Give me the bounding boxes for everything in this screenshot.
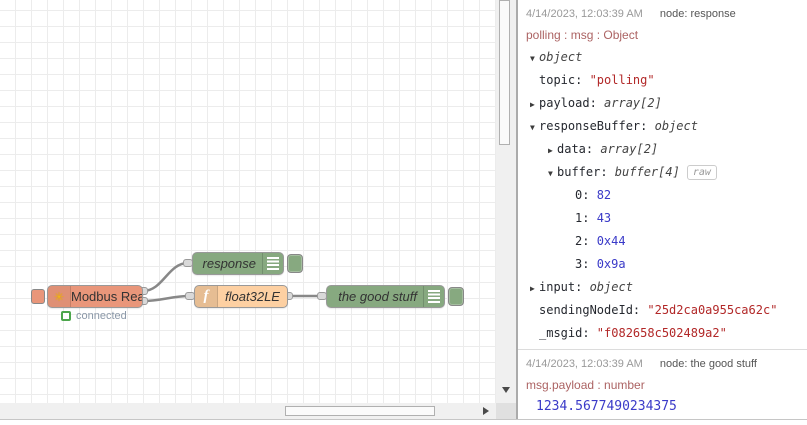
tree-row: ▶ input: object [526,276,799,299]
tree-value: object [539,50,583,64]
tree-key: 1: [575,211,597,225]
debug-message-header: 4/14/2023, 12:03:39 AM node: response [526,4,799,25]
tree-value: "25d2ca0a955ca62c" [647,303,778,317]
tree-row: _msgid: "f082658c502489a2" [526,322,799,345]
tree-row: 0: 82 [526,184,799,207]
tree-value: object [654,119,698,133]
tree-row: ▼ buffer: buffer[4] raw [526,161,799,184]
function-icon-region: f [195,286,218,307]
tree-value: array[2] [600,142,659,156]
tree-value: 0x9a [596,257,626,271]
timestamp: 4/14/2023, 12:03:39 AM [526,8,643,20]
collapse-caret-icon[interactable]: ▼ [548,162,557,185]
payload-number-value: 1234.5677490234375 [536,399,677,414]
tree-value: "f082658c502489a2" [596,326,727,340]
tree-key: topic: [539,73,590,87]
modbus-status: connected [61,310,127,322]
tree-value: buffer[4] [614,165,680,179]
debug-message-header: 4/14/2023, 12:03:39 AM node: the good st… [526,354,799,375]
horizontal-scrollbar-thumb[interactable] [285,406,435,416]
function-f-icon: f [203,288,209,304]
tree-key: buffer: [557,165,615,179]
tree-row: 1: 43 [526,207,799,230]
tree-value: 82 [596,188,612,202]
wire-modbus-to-float32[interactable] [142,294,191,303]
tree-row: ▶ payload: array[2] [526,92,799,115]
tree-row: ▼ object [526,46,799,69]
wire-modbus-to-response[interactable] [142,261,189,293]
tree-value: array[2] [604,96,662,110]
tree-row: ▼ responseBuffer: object [526,115,799,138]
node-modbus-read[interactable]: ✳ Modbus Read [47,285,143,308]
tree-row: topic: "polling" [526,69,799,92]
tree-value: 43 [596,211,612,225]
node-float32le[interactable]: f float32LE [194,285,288,308]
tree-value: object [589,280,633,294]
tree-key: 2: [575,234,597,248]
timestamp: 4/14/2023, 12:03:39 AM [526,358,643,370]
node-label: float32LE [225,289,280,304]
debug-lines-icon [428,290,440,303]
canvas-horizontal-scrollbar[interactable] [0,403,496,419]
tree-value: "polling" [589,73,655,87]
status-square-icon [61,311,71,321]
collapse-caret-icon[interactable]: ▼ [530,116,539,139]
debug-tree: ▼ object topic: "polling" ▶ payload: array[2… [526,46,799,345]
tree-key: 3: [575,257,597,271]
node-label: response [202,256,256,271]
collapse-caret-icon[interactable]: ▼ [530,47,539,70]
tree-row: ▶ data: array[2] [526,138,799,161]
raw-button[interactable]: raw [686,165,717,180]
node-label: Modbus Read [71,289,142,304]
message-meta: polling : msg : Object [526,28,639,42]
window-bottom-edge [0,419,807,425]
debug-message-response[interactable]: 4/14/2023, 12:03:39 AM node: response po… [518,0,807,350]
node-response[interactable]: response [192,252,284,275]
source-node-label: node: the good stuff [659,358,757,370]
response-debug-toggle-button[interactable] [287,254,303,273]
message-meta: msg.payload : number [526,378,645,392]
status-text: connected [76,310,127,322]
tree-key: payload: [539,96,605,110]
modbus-asterisk-icon: ✳ [53,289,65,304]
modbus-icon-region: ✳ [48,286,71,307]
node-the-good-stuff[interactable]: the good stuff [326,285,445,308]
goodstuff-debug-toggle-button[interactable] [448,287,464,306]
canvas-vertical-scrollbar[interactable] [496,0,516,403]
modbus-node-button[interactable] [31,289,45,304]
tree-key: sendingNodeId: [539,303,648,317]
vertical-scrollbar-thumb[interactable] [499,0,510,145]
tree-row: 2: 0x44 [526,230,799,253]
node-label: the good stuff [338,289,417,304]
debug-message-good-stuff[interactable]: 4/14/2023, 12:03:39 AM node: the good st… [518,350,807,419]
tree-key: 0: [575,188,597,202]
scroll-right-arrow-icon[interactable] [483,407,489,415]
source-node-label: node: response [659,8,736,20]
tree-row: 3: 0x9a [526,253,799,276]
expand-caret-icon[interactable]: ▶ [548,139,557,162]
debug-lines-icon [267,257,279,270]
debug-icon-region [262,253,283,274]
scrollbar-corner [496,403,516,419]
tree-row: sendingNodeId: "25d2ca0a955ca62c" [526,299,799,322]
tree-value: 0x44 [596,234,626,248]
flow-workspace: ✳ Modbus Read connected response f [0,0,516,419]
tree-key: input: [539,280,590,294]
scroll-down-arrow-icon[interactable] [502,387,510,393]
flow-canvas[interactable]: ✳ Modbus Read connected response f [0,0,496,403]
debug-sidebar: 4/14/2023, 12:03:39 AM node: response po… [516,0,807,419]
node-red-app: ✳ Modbus Read connected response f [0,0,807,425]
tree-key: data: [557,142,601,156]
expand-caret-icon[interactable]: ▶ [530,277,539,300]
tree-key: _msgid: [539,326,597,340]
expand-caret-icon[interactable]: ▶ [530,93,539,116]
debug-icon-region [423,286,444,307]
tree-key: responseBuffer: [539,119,655,133]
wires-layer [142,261,322,303]
